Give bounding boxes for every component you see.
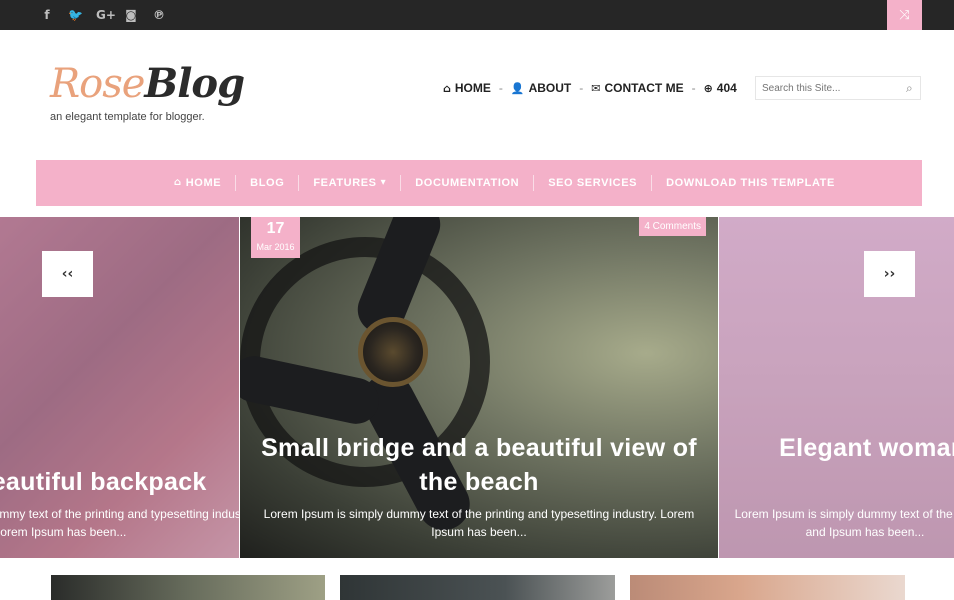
home-icon: ⌂ <box>174 177 182 188</box>
chevron-left-icon: ‹‹ <box>61 266 74 282</box>
slide-backpack[interactable]: Beautiful backpack Lorem Ipsum is simply… <box>0 217 239 558</box>
logo-word-rose: Rose <box>50 61 145 107</box>
social-links: f 🐦 G+ ◙ ℗ <box>40 7 166 23</box>
post-date-month: Mar 2016 <box>256 242 295 252</box>
post-date-badge: 17 Mar 2016 <box>251 217 300 258</box>
menu-item-home[interactable]: ⌂ HOME <box>160 175 237 191</box>
slide-excerpt: Lorem Ipsum is simply dummy text of the … <box>734 507 954 539</box>
pinterest-icon[interactable]: ℗ <box>152 7 166 23</box>
header-nav: ⌂ HOME - 👤 ABOUT - ✉ CONTACT ME - ⊕ 404 <box>443 81 737 95</box>
envelope-icon: ✉ <box>591 81 601 95</box>
slide-elegant-woman[interactable]: Elegant woman with water Lorem Ipsum is … <box>719 217 954 558</box>
search-icon[interactable]: ⌕ <box>906 81 913 96</box>
top-bar: f 🐦 G+ ◙ ℗ ⤨ <box>0 0 954 30</box>
post-thumbnail[interactable] <box>340 575 615 600</box>
slide-title[interactable]: Elegant woman with water <box>739 431 954 465</box>
header-nav-home[interactable]: ⌂ HOME <box>443 81 491 95</box>
twitter-icon[interactable]: 🐦 <box>68 7 83 23</box>
header-nav-about[interactable]: 👤 ABOUT <box>511 81 571 95</box>
nav-separator: - <box>691 81 696 95</box>
slide-bridge[interactable]: 17 Mar 2016 4 Comments Small bridge and … <box>240 217 718 558</box>
header-nav-label: 404 <box>716 81 737 95</box>
featured-slider: Beautiful backpack Lorem Ipsum is simply… <box>0 217 954 558</box>
instagram-icon[interactable]: ◙ <box>124 7 138 23</box>
slider-next-button[interactable]: ›› <box>864 251 915 297</box>
slide-excerpt: Lorem Ipsum is simply dummy text of the … <box>263 507 695 539</box>
menu-item-label: HOME <box>185 177 222 189</box>
site-logo[interactable]: RoseBlog <box>50 60 245 107</box>
random-post-button[interactable]: ⤨ <box>887 0 922 30</box>
site-tagline: an elegant template for blogger. <box>50 111 205 123</box>
header-nav-label: HOME <box>454 81 491 95</box>
menu-item-label: SEO SERVICES <box>548 177 638 189</box>
post-thumbnail[interactable] <box>51 575 325 600</box>
google-plus-icon[interactable]: G+ <box>96 7 116 23</box>
nav-separator: - <box>579 81 584 95</box>
comments-badge[interactable]: 4 Comments <box>639 217 706 236</box>
menu-item-label: DOCUMENTATION <box>415 177 520 189</box>
lifebuoy-icon: ⊕ <box>703 81 713 95</box>
search-input[interactable] <box>762 78 902 98</box>
menu-item-blog[interactable]: BLOG <box>236 175 300 191</box>
menu-item-label: DOWNLOAD THIS TEMPLATE <box>666 177 835 189</box>
menu-item-download[interactable]: DOWNLOAD THIS TEMPLATE <box>652 175 849 191</box>
slide-excerpt: Lorem Ipsum is simply dummy text of the … <box>0 507 239 539</box>
facebook-icon[interactable]: f <box>40 7 54 23</box>
propeller-hub <box>358 317 428 387</box>
slide-title[interactable]: Beautiful backpack <box>0 465 239 499</box>
nav-separator: - <box>498 81 503 95</box>
menu-item-label: FEATURES <box>313 177 377 189</box>
header-nav-contact[interactable]: ✉ CONTACT ME <box>591 81 683 95</box>
menu-item-documentation[interactable]: DOCUMENTATION <box>401 175 535 191</box>
menu-item-features[interactable]: FEATURES ▾ <box>299 175 402 191</box>
search-box: ⌕ <box>755 76 921 100</box>
post-date-day: 17 <box>266 220 285 237</box>
main-menu: ⌂ HOME BLOG FEATURES ▾ DOCUMENTATION SEO… <box>36 160 922 206</box>
home-icon: ⌂ <box>443 81 451 95</box>
chevron-right-icon: ›› <box>883 266 896 282</box>
post-thumbnail[interactable] <box>630 575 905 600</box>
menu-item-label: BLOG <box>250 177 285 189</box>
slider-prev-button[interactable]: ‹‹ <box>42 251 93 297</box>
caret-down-icon: ▾ <box>380 177 387 188</box>
menu-item-seo-services[interactable]: SEO SERVICES <box>534 175 653 191</box>
header-nav-label: ABOUT <box>528 81 572 95</box>
header-nav-label: CONTACT ME <box>604 81 684 95</box>
logo-word-blog: Blog <box>144 60 245 107</box>
header-nav-404[interactable]: ⊕ 404 <box>704 81 737 95</box>
shuffle-icon: ⤨ <box>899 7 910 23</box>
user-icon: 👤 <box>510 81 525 95</box>
slide-title[interactable]: Small bridge and a beautiful view of the… <box>250 431 708 499</box>
